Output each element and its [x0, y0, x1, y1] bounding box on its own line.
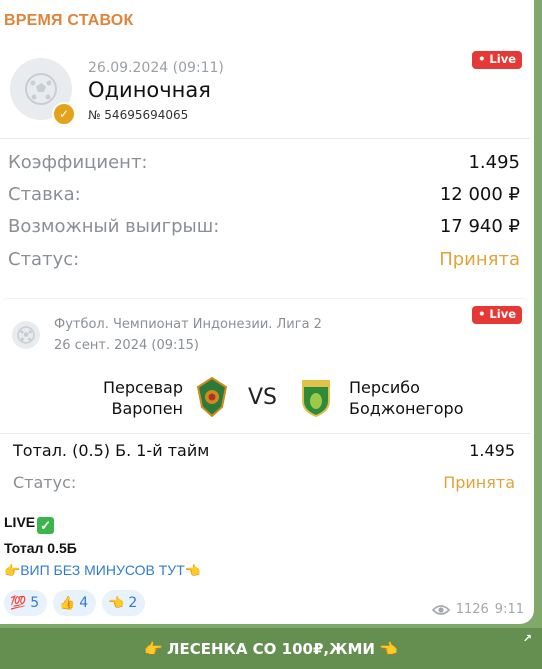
- league-name: Футбол. Чемпионат Индонезии. Лига 2: [54, 317, 322, 332]
- stake-row: Ставка: 12 000 ₽: [8, 184, 520, 210]
- coefficient-value: 1.495: [468, 152, 520, 173]
- message-line-3: 👉ВИП БЕЗ МИНУСОВ ТУТ👈: [4, 562, 201, 579]
- channel-title[interactable]: ВРЕМЯ СТАВОК: [4, 12, 133, 30]
- reaction-thumbs-up[interactable]: 👍 4: [53, 590, 97, 616]
- match-card: Футбол. Чемпионат Индонезии. Лига 2 26 с…: [0, 298, 530, 504]
- status-label: Статус:: [8, 249, 80, 270]
- pointing-left-icon: 👈: [108, 595, 125, 611]
- bet-datetime: 26.09.2024 (09:11): [88, 60, 224, 76]
- away-team: Персибо Боджонегоро: [349, 377, 463, 419]
- pointing-left-icon: 👈: [378, 639, 398, 658]
- versus-label: VS: [248, 385, 278, 410]
- coefficient-row: Коэффициент: 1.495: [8, 152, 520, 178]
- match-status-row: Статус: Принята: [13, 473, 515, 492]
- reaction-count: 4: [79, 595, 89, 611]
- reaction-count: 2: [128, 595, 138, 611]
- reaction-count: 5: [30, 595, 40, 611]
- message-line-1: LIVE ✓: [4, 514, 55, 534]
- bet-number: № 54695694065: [88, 108, 189, 122]
- bet-type: Одиночная: [88, 78, 211, 102]
- football-icon: [12, 321, 40, 349]
- home-team-crest-icon: [196, 376, 228, 421]
- home-team: Персевар Варопен: [103, 377, 183, 419]
- message-meta: 1126 9:11: [431, 602, 524, 617]
- message-bubble: ВРЕМЯ СТАВОК ✓ 26.09.2024 (09:11) Одиноч…: [0, 0, 534, 624]
- divider: [0, 138, 530, 139]
- live-text: LIVE: [4, 514, 36, 530]
- inline-button-label: ЛЕСЕНКА СО 100₽,ЖМИ: [167, 639, 375, 658]
- divider: [0, 433, 530, 434]
- message-line-2: Тотал 0.5Б: [4, 540, 77, 556]
- check-mark-icon: ✓: [37, 517, 55, 534]
- home-team-line1: Персевар: [102, 378, 183, 397]
- stake-label: Ставка:: [8, 184, 81, 205]
- payout-label: Возможный выигрыш:: [8, 216, 220, 237]
- away-team-line2: Боджонегоро: [349, 399, 464, 418]
- external-link-icon: ↗: [522, 632, 532, 645]
- bet-card: ✓ 26.09.2024 (09:11) Одиночная № 5469569…: [0, 44, 530, 282]
- coefficient-label: Коэффициент:: [8, 152, 148, 173]
- pointing-right-icon: 👉: [144, 639, 164, 658]
- live-badge: • Live: [472, 306, 522, 324]
- ladder-inline-button[interactable]: 👉 ЛЕСЕНКА СО 100₽,ЖМИ 👈 ↗: [0, 628, 542, 669]
- stake-value: 12 000 ₽: [439, 184, 520, 205]
- match-status-label: Статус:: [13, 473, 77, 492]
- status-row: Статус: Принята: [8, 249, 520, 275]
- payout-value: 17 940 ₽: [439, 216, 520, 237]
- view-count: 1126: [455, 602, 489, 617]
- hundred-icon: 💯: [10, 595, 27, 611]
- market-row: Тотал. (0.5) Б. 1-й тайм 1.495: [13, 441, 515, 460]
- away-team-line1: Персибо: [349, 378, 420, 397]
- reaction-pointing[interactable]: 👈 2: [102, 590, 146, 616]
- pointing-left-icon: 👈: [184, 563, 201, 578]
- eye-icon: [431, 604, 450, 615]
- market-odds: 1.495: [469, 441, 515, 460]
- home-team-line2: Варопен: [111, 399, 184, 418]
- payout-row: Возможный выигрыш: 17 940 ₽: [8, 216, 520, 242]
- vip-link[interactable]: ВИП БЕЗ МИНУСОВ ТУТ: [20, 562, 185, 578]
- pointing-right-icon: 👉: [4, 563, 21, 578]
- market-label: Тотал. (0.5) Б. 1-й тайм: [13, 441, 210, 460]
- thumbs-up-icon: 👍: [59, 595, 76, 611]
- status-value: Принята: [439, 249, 520, 270]
- reaction-hundred[interactable]: 💯 5: [4, 590, 48, 616]
- away-team-crest-icon: [300, 377, 332, 421]
- accepted-check-icon: ✓: [52, 102, 76, 126]
- live-badge: • Live: [472, 51, 522, 69]
- reactions-bar: 💯 5 👍 4 👈 2: [4, 590, 146, 616]
- match-datetime: 26 сент. 2024 (09:15): [54, 338, 199, 353]
- match-status-value: Принята: [443, 473, 515, 492]
- message-time: 9:11: [494, 602, 524, 617]
